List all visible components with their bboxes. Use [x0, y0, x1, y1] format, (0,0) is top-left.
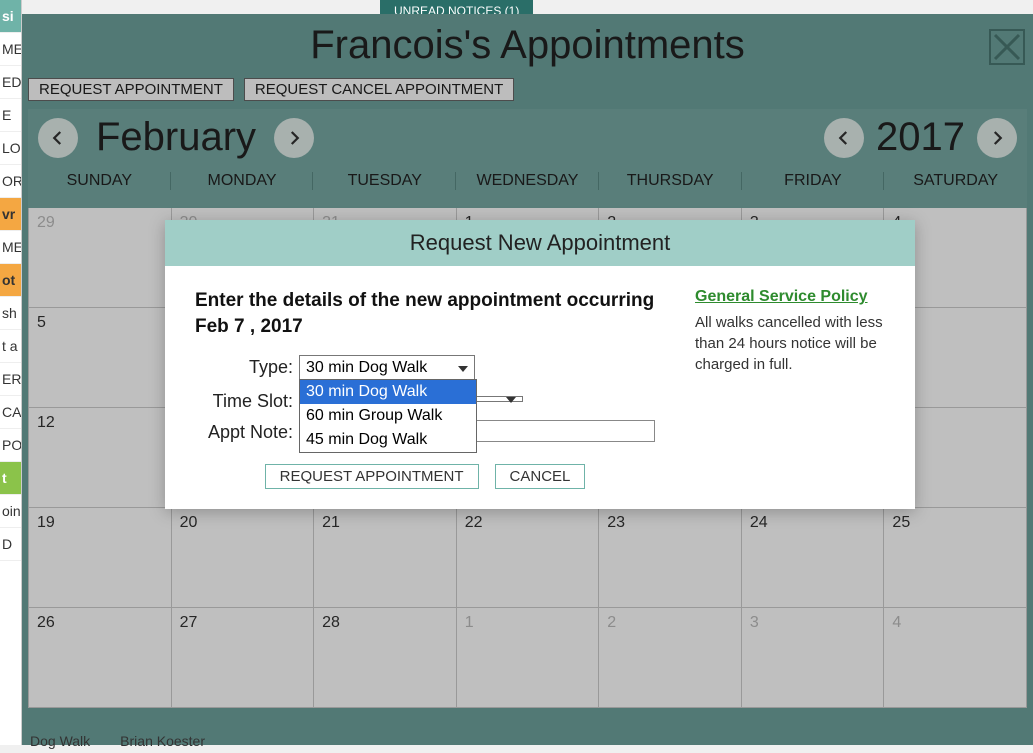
chevron-right-icon [988, 129, 1006, 147]
calendar-cell[interactable]: 27 [172, 608, 315, 708]
calendar-cell[interactable]: 29 [29, 208, 172, 308]
next-year-button[interactable] [977, 118, 1017, 158]
side-frag: OR [0, 165, 21, 198]
calendar-cell[interactable]: 12 [29, 408, 172, 508]
side-frag: E [0, 99, 21, 132]
year-label: 2017 [876, 115, 965, 160]
request-appointment-modal: Request New Appointment Enter the detail… [165, 220, 915, 509]
modal-cancel-button[interactable]: CANCEL [495, 464, 586, 489]
type-option-2[interactable]: 45 min Dog Walk [300, 428, 476, 452]
prev-year-button[interactable] [824, 118, 864, 158]
next-month-button[interactable] [274, 118, 314, 158]
calendar-cell[interactable]: 28 [314, 608, 457, 708]
side-frag: ME [0, 231, 21, 264]
type-select[interactable]: 30 min Dog Walk [299, 355, 475, 381]
footer-fragment: Dog Walk Brian Koester [22, 729, 1033, 753]
side-frag: ME [0, 33, 21, 66]
dow-tue: TUESDAY [313, 166, 456, 196]
side-frag: ER [0, 363, 21, 396]
dow-fri: FRIDAY [742, 166, 885, 196]
side-frag: vr [0, 198, 21, 231]
side-frag: sh [0, 297, 21, 330]
modal-header: Request New Appointment [165, 220, 915, 266]
footer-text-2: Brian Koester [120, 733, 205, 749]
dow-sun: SUNDAY [28, 166, 171, 196]
calendar-cell[interactable]: 24 [742, 508, 885, 608]
type-dropdown: 30 min Dog Walk 60 min Group Walk 45 min… [299, 379, 477, 453]
calendar-cell[interactable]: 21 [314, 508, 457, 608]
overlay-title: Francois's Appointments [310, 23, 745, 68]
side-frag: t a [0, 330, 21, 363]
side-frag: t [0, 462, 21, 495]
side-frag: LO [0, 132, 21, 165]
type-select-value: 30 min Dog Walk [306, 359, 427, 376]
calendar-cell[interactable]: 19 [29, 508, 172, 608]
type-option-0[interactable]: 30 min Dog Walk [300, 380, 476, 404]
chevron-left-icon [835, 129, 853, 147]
modal-request-button[interactable]: REQUEST APPOINTMENT [265, 464, 479, 489]
side-frag: si [0, 0, 21, 33]
policy-panel: General Service Policy All walks cancell… [695, 288, 885, 489]
dow-wed: WEDNESDAY [456, 166, 599, 196]
calendar-cell[interactable]: 5 [29, 308, 172, 408]
calendar-header: February 2017 [28, 109, 1027, 166]
background-sidebar: si ME ED E LO OR vr ME ot sh t a ER CA P… [0, 0, 22, 745]
calendar-cell[interactable]: 20 [172, 508, 315, 608]
prev-month-button[interactable] [38, 118, 78, 158]
calendar-cell[interactable]: 3 [742, 608, 885, 708]
chevron-left-icon [49, 129, 67, 147]
close-icon[interactable] [989, 29, 1025, 65]
footer-text-1: Dog Walk [30, 733, 90, 749]
policy-link[interactable]: General Service Policy [695, 288, 868, 306]
modal-prompt: Enter the details of the new appointment… [195, 288, 655, 339]
side-frag: ED [0, 66, 21, 99]
modal-form: Enter the details of the new appointment… [195, 288, 655, 489]
request-appointment-button[interactable]: REQUEST APPOINTMENT [28, 78, 234, 101]
request-cancel-appointment-button[interactable]: REQUEST CANCEL APPOINTMENT [244, 78, 514, 101]
calendar-cell[interactable]: 4 [884, 608, 1027, 708]
type-label: Type: [195, 355, 299, 378]
side-frag: PO [0, 429, 21, 462]
calendar-cell[interactable]: 23 [599, 508, 742, 608]
policy-text: All walks cancelled with less than 24 ho… [695, 312, 885, 375]
type-option-1[interactable]: 60 min Group Walk [300, 404, 476, 428]
dow-mon: MONDAY [171, 166, 314, 196]
month-label: February [96, 115, 256, 160]
chevron-right-icon [285, 129, 303, 147]
note-label: Appt Note: [195, 420, 299, 444]
dow-sat: SATURDAY [884, 166, 1027, 196]
side-frag: ot [0, 264, 21, 297]
dow-row: SUNDAY MONDAY TUESDAY WEDNESDAY THURSDAY… [28, 166, 1027, 208]
calendar-cell[interactable]: 1 [457, 608, 600, 708]
dow-thu: THURSDAY [599, 166, 742, 196]
calendar-cell[interactable]: 22 [457, 508, 600, 608]
side-frag: D [0, 528, 21, 561]
overlay-titlebar: Francois's Appointments [22, 14, 1033, 76]
calendar-cell[interactable]: 25 [884, 508, 1027, 608]
calendar-cell[interactable]: 26 [29, 608, 172, 708]
overlay-button-row: REQUEST APPOINTMENT REQUEST CANCEL APPOI… [22, 76, 1033, 105]
side-frag: CA [0, 396, 21, 429]
side-frag: oin [0, 495, 21, 528]
calendar-cell[interactable]: 2 [599, 608, 742, 708]
unread-notices-tab[interactable]: UNREAD NOTICES (1) [380, 0, 533, 14]
timeslot-label: Time Slot: [195, 389, 299, 412]
